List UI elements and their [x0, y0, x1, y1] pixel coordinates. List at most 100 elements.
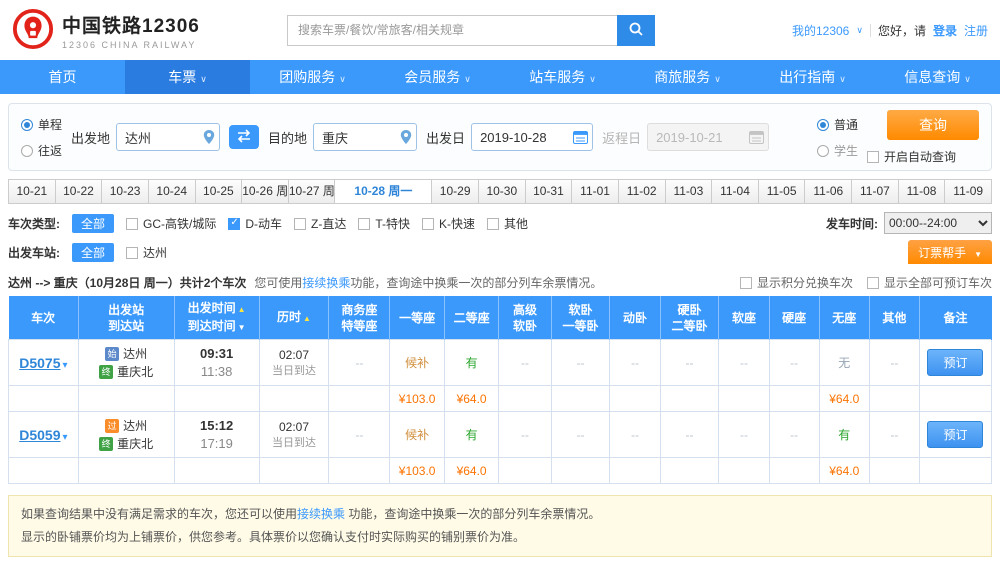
table-cell-empty	[868, 457, 920, 484]
from-station-input[interactable]	[116, 123, 221, 151]
date-tab[interactable]: 11-04	[712, 179, 759, 204]
date-tab[interactable]: 10-21	[8, 179, 56, 204]
duration-cell: 02:07 当日到达	[258, 339, 330, 386]
train-type-all-tag[interactable]: 全部	[72, 213, 115, 233]
nav-item-home[interactable]: 首页	[0, 60, 125, 94]
seat-second-class[interactable]: 有	[443, 411, 500, 458]
search-input[interactable]	[287, 14, 617, 46]
date-tab[interactable]: 10-26 周	[242, 179, 289, 204]
depart-time-label: 发车时间:	[826, 216, 878, 231]
date-tab[interactable]: 10-29	[432, 179, 479, 204]
date-tab[interactable]: 11-03	[665, 179, 713, 204]
show-all-bookable-checkbox[interactable]: 显示全部可预订车次	[866, 274, 992, 291]
seat-business: --	[328, 411, 391, 458]
expand-arrow-icon[interactable]: ▾	[62, 432, 67, 443]
to-station-input[interactable]	[313, 123, 418, 151]
date-tab[interactable]: 11-08	[898, 179, 946, 204]
date-tab[interactable]: 11-01	[572, 179, 619, 204]
swap-stations-button[interactable]	[229, 125, 260, 149]
filter-type-d[interactable]: D-动车	[228, 215, 282, 232]
nav-item-tickets[interactable]: 车票 ∨	[125, 60, 250, 94]
filter-label: GC-高铁/城际	[143, 216, 217, 231]
nav-item-info-query[interactable]: 信息查询 ∨	[875, 60, 1000, 94]
filter-station-dazhou[interactable]: 达州	[126, 244, 167, 261]
remark-cell: 预订	[918, 339, 993, 386]
my-12306-link[interactable]: 我的12306	[792, 22, 849, 39]
query-button[interactable]: 查询	[887, 109, 979, 140]
seat-first-class[interactable]: 候补	[389, 411, 445, 458]
train-number-link[interactable]: D5059	[19, 427, 60, 443]
filter-type-t[interactable]: T-特快	[358, 215, 410, 232]
seat-second-class[interactable]: 有	[443, 339, 500, 386]
table-cell-empty	[8, 457, 79, 484]
site-logo[interactable]: 中国铁路12306 12306 CHINA RAILWAY	[12, 8, 287, 53]
sort-ascending-icon[interactable]	[236, 301, 246, 315]
table-cell-empty	[918, 457, 993, 484]
nav-item-member-services[interactable]: 会员服务 ∨	[375, 60, 500, 94]
filter-type-other[interactable]: 其他	[487, 215, 528, 232]
date-tab[interactable]: 10-22	[55, 179, 103, 204]
seat-dong-sleeper: --	[609, 339, 661, 386]
date-tab[interactable]: 10-24	[148, 179, 196, 204]
transfer-link[interactable]: 接续换乘	[297, 507, 345, 521]
date-tab[interactable]: 11-06	[805, 179, 853, 204]
price-row: ¥103.0 ¥64.0 ¥64.0	[8, 457, 993, 484]
radio-icon	[816, 144, 829, 157]
transfer-link[interactable]: 接续换乘	[302, 276, 350, 290]
table-cell-empty	[258, 457, 330, 484]
sort-descending-icon[interactable]	[236, 319, 246, 333]
date-tab[interactable]: 11-07	[852, 179, 899, 204]
book-button[interactable]: 预订	[927, 421, 984, 448]
search-button[interactable]	[617, 14, 655, 46]
col-train[interactable]: 车次	[8, 296, 79, 340]
filter-type-gc[interactable]: GC-高铁/城际	[126, 215, 216, 232]
date-tab[interactable]: 10-25	[195, 179, 243, 204]
trip-single-radio[interactable]: 单程	[21, 116, 62, 133]
nav-item-business-travel[interactable]: 商旅服务 ∨	[625, 60, 750, 94]
price-no-seat: ¥64.0	[818, 385, 870, 412]
show-points-checkbox[interactable]: 显示积分兑换车次	[739, 274, 853, 291]
chevron-down-icon: ∨	[714, 74, 721, 84]
train-number-link[interactable]: D5075	[19, 355, 60, 371]
chevron-down-icon: ∨	[964, 74, 971, 84]
to-station: 重庆北	[117, 436, 154, 451]
col-duration[interactable]: 历时	[259, 296, 330, 340]
date-tab[interactable]: 10-30	[478, 179, 526, 204]
booking-helper-button[interactable]: 订票帮手 ▼	[908, 240, 992, 264]
type-normal-radio[interactable]: 普通	[816, 116, 858, 133]
nav-item-travel-guide[interactable]: 出行指南 ∨	[750, 60, 875, 94]
filter-type-z[interactable]: Z-直达	[294, 215, 346, 232]
seat-no-seat[interactable]: 有	[818, 411, 870, 458]
date-tab[interactable]: 10-27 周	[288, 179, 336, 204]
return-date-input[interactable]	[647, 123, 770, 151]
date-tab[interactable]: 11-05	[758, 179, 806, 204]
to-field: 目的地	[268, 123, 418, 151]
register-link[interactable]: 注册	[964, 22, 988, 39]
nav-item-station-services[interactable]: 站车服务 ∨	[500, 60, 625, 94]
date-tab[interactable]: 10-31	[525, 179, 573, 204]
passenger-type-group: 普通 学生	[816, 116, 858, 159]
trip-round-label: 往返	[38, 143, 63, 158]
sort-ascending-icon[interactable]	[301, 310, 311, 324]
chevron-down-icon: ∨	[839, 74, 846, 84]
trip-round-radio[interactable]: 往返	[21, 142, 62, 159]
search-icon	[628, 21, 644, 40]
depart-date-input[interactable]	[471, 123, 594, 151]
type-student-radio[interactable]: 学生	[816, 142, 858, 159]
date-tab[interactable]: 11-02	[618, 179, 666, 204]
date-tab[interactable]: 11-09	[945, 179, 993, 204]
login-link[interactable]: 登录	[933, 22, 957, 39]
seat-first-class[interactable]: 候补	[389, 339, 445, 386]
date-tab[interactable]: 10-23	[102, 179, 149, 204]
auto-query-checkbox[interactable]: 开启自动查询	[867, 148, 956, 165]
depart-time-select[interactable]: 00:00--24:00	[884, 212, 992, 234]
depart-station-all-tag[interactable]: 全部	[72, 242, 115, 262]
col-times[interactable]: 出发时间到达时间	[174, 296, 260, 340]
nav-item-group-services[interactable]: 团购服务 ∨	[250, 60, 375, 94]
date-tab-selected[interactable]: 10-28 周一	[335, 179, 433, 204]
price-first-class: ¥103.0	[389, 457, 445, 484]
table-cell-empty	[258, 385, 330, 412]
book-button[interactable]: 预订	[927, 349, 984, 376]
filter-type-k[interactable]: K-快速	[422, 215, 475, 232]
expand-arrow-icon[interactable]: ▾	[62, 360, 67, 371]
